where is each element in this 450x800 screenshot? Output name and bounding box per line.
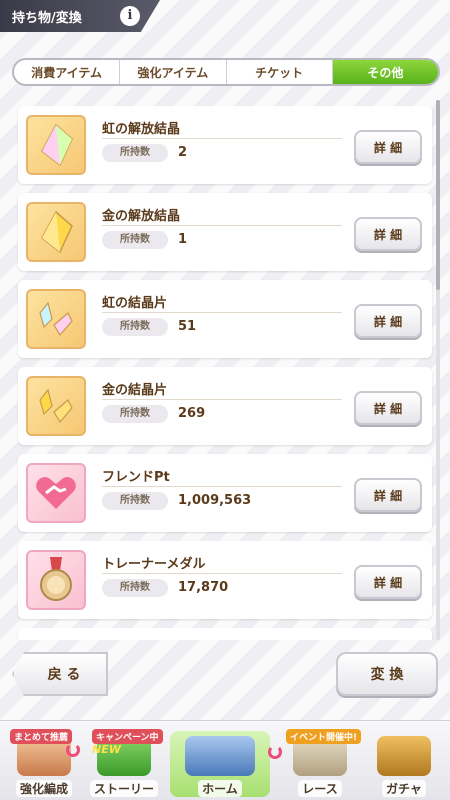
rainbow-crystal-icon xyxy=(26,115,86,175)
tab-enhance[interactable]: 強化アイテム xyxy=(120,60,227,84)
list-item xyxy=(18,628,432,640)
qty-value: 1 xyxy=(178,232,188,247)
qty-label: 所持数 xyxy=(102,318,168,336)
nav-story[interactable]: キャンペーン中 NEW ストーリー xyxy=(86,729,163,797)
qty-label: 所持数 xyxy=(102,492,168,510)
nav-label: ガチャ xyxy=(382,780,426,797)
back-button[interactable]: 戻 る xyxy=(12,652,108,696)
nav-enhance[interactable]: まとめて推薦 強化編成 xyxy=(6,729,82,797)
nav-label: 強化編成 xyxy=(15,780,72,797)
trainer-medal-icon xyxy=(26,550,86,610)
qty-label: 所持数 xyxy=(102,405,168,423)
detail-button[interactable]: 詳 細 xyxy=(354,391,422,425)
divider xyxy=(102,399,342,400)
tab-consumables[interactable]: 消費アイテム xyxy=(14,60,121,84)
item-name: 金の結晶片 xyxy=(102,383,168,398)
nav-home[interactable]: ホーム xyxy=(170,731,270,797)
convert-button[interactable]: 変 換 xyxy=(336,652,438,696)
detail-button[interactable]: 詳 細 xyxy=(354,565,422,599)
info-icon[interactable]: i xyxy=(120,6,140,26)
divider xyxy=(102,486,342,487)
gold-shard-icon xyxy=(26,376,86,436)
divider xyxy=(102,312,342,313)
qty-label: 所持数 xyxy=(102,579,168,597)
rainbow-shard-icon xyxy=(26,289,86,349)
item-list: 虹の解放結晶 所持数 2 詳 細 金の解放結晶 所持数 1 詳 細 虹の結晶片 … xyxy=(12,96,440,640)
new-badge: NEW xyxy=(92,743,121,756)
list-item: トレーナーメダル 所持数 17,870 詳 細 xyxy=(18,541,432,619)
page-title: 持ち物/変換 xyxy=(12,10,82,26)
friend-point-icon xyxy=(26,463,86,523)
list-item: 金の解放結晶 所持数 1 詳 細 xyxy=(18,193,432,271)
list-item: 金の結晶片 所持数 269 詳 細 xyxy=(18,367,432,445)
list-item: フレンドPt 所持数 1,009,563 詳 細 xyxy=(18,454,432,532)
detail-button[interactable]: 詳 細 xyxy=(354,478,422,512)
divider xyxy=(102,138,342,139)
item-name: トレーナーメダル xyxy=(102,557,206,572)
divider xyxy=(102,573,342,574)
gold-crystal-icon xyxy=(26,202,86,262)
nav-race[interactable]: イベント開催中! レース xyxy=(282,729,362,797)
detail-button[interactable]: 詳 細 xyxy=(354,304,422,338)
item-name: 虹の結晶片 xyxy=(102,296,168,311)
refresh-icon xyxy=(66,743,80,757)
tab-other[interactable]: その他 xyxy=(332,60,438,84)
detail-button[interactable]: 詳 細 xyxy=(354,130,422,164)
divider xyxy=(102,225,342,226)
list-item: 虹の結晶片 所持数 51 詳 細 xyxy=(18,280,432,358)
item-name: 虹の解放結晶 xyxy=(102,122,181,137)
item-name: 金の解放結晶 xyxy=(102,209,181,224)
nav-label: ストーリー xyxy=(89,780,158,797)
tab-tickets[interactable]: チケット xyxy=(227,60,333,84)
qty-value: 1,009,563 xyxy=(178,493,252,508)
qty-value: 269 xyxy=(178,406,206,421)
nav-label: ホーム xyxy=(198,780,242,797)
bottom-nav: まとめて推薦 強化編成 キャンペーン中 NEW ストーリー ホーム イベント開催… xyxy=(0,720,450,800)
list-item: 虹の解放結晶 所持数 2 詳 細 xyxy=(18,106,432,184)
qty-value: 51 xyxy=(178,319,197,334)
qty-value: 17,870 xyxy=(178,580,229,595)
qty-value: 2 xyxy=(178,145,188,160)
qty-label: 所持数 xyxy=(102,231,168,249)
gacha-icon xyxy=(377,736,431,776)
refresh-icon xyxy=(268,745,282,759)
nav-badge: まとめて推薦 xyxy=(10,729,73,744)
tab-bar: 消費アイテム 強化アイテム チケット その他 xyxy=(12,58,440,86)
item-name: フレンドPt xyxy=(102,470,170,485)
qty-label: 所持数 xyxy=(102,144,168,162)
detail-button[interactable]: 詳 細 xyxy=(354,217,422,251)
nav-label: レース xyxy=(298,780,342,797)
nav-badge: イベント開催中! xyxy=(286,729,362,744)
nav-badge: キャンペーン中 xyxy=(92,729,163,744)
nav-gacha[interactable]: ガチャ xyxy=(366,731,442,797)
school-building-icon xyxy=(185,736,255,776)
